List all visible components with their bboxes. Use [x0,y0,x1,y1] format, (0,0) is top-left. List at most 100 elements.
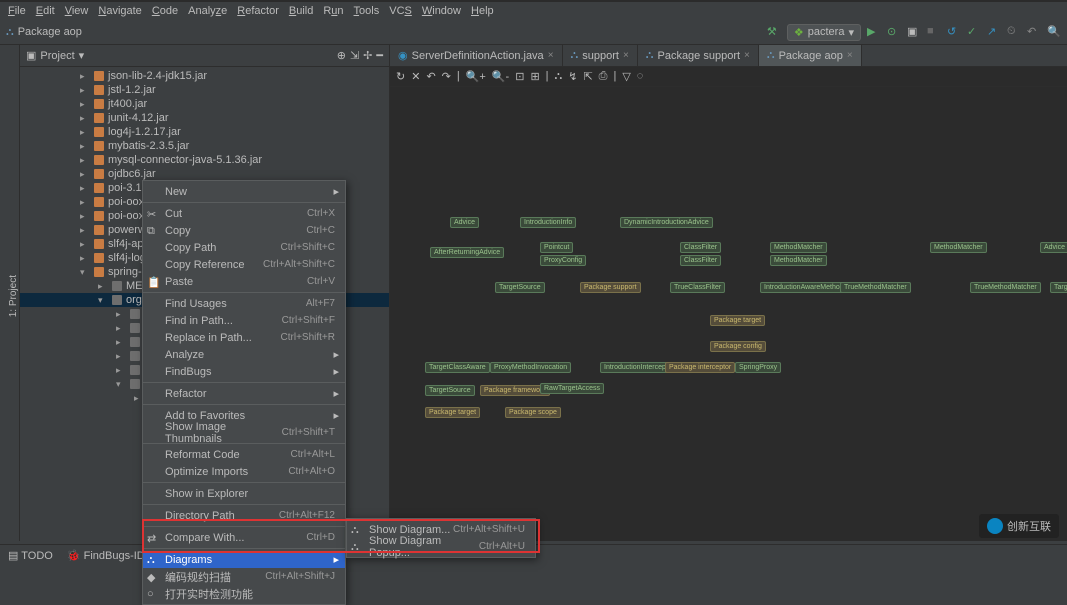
menu-item-find-in-path-[interactable]: Find in Path...Ctrl+Shift+F [143,312,345,329]
debug-icon[interactable]: ⊙ [887,25,901,39]
diagram-node[interactable]: Package target [710,315,765,326]
editor-tab[interactable]: ◉ServerDefinitionAction.java× [390,45,563,66]
editor-tab[interactable]: ⛬Package aop× [759,45,862,66]
print-icon[interactable]: ⎙ [599,70,608,83]
route-icon[interactable]: ↯ [568,70,577,83]
diagram-node[interactable]: Package config [710,341,766,352]
tree-item[interactable]: ▸log4j-1.2.17.jar [20,125,389,139]
menu-vcs[interactable]: VCS [385,4,416,18]
tree-item[interactable]: ▸junit-4.12.jar [20,111,389,125]
menu-code[interactable]: Code [148,4,182,18]
menu-item-show-image-thumbnails[interactable]: Show Image ThumbnailsCtrl+Shift+T [143,424,345,441]
diagram-node[interactable]: TrueMethodMatcher [970,282,1041,293]
editor-tab[interactable]: ⛬Package support× [638,45,759,66]
menu-tools[interactable]: Tools [350,4,384,18]
zoom-in-icon[interactable]: 🔍+ [466,70,486,83]
menu-item-compare-with-[interactable]: ⇄Compare With...Ctrl+D [143,529,345,546]
diagram-node[interactable]: DynamicIntroductionAdvice [620,217,713,228]
menu-window[interactable]: Window [418,4,465,18]
zoom-actual-icon[interactable]: ⊡ [515,70,524,83]
run-config-selector[interactable]: ❖ pactera ▾ [787,24,861,41]
menu-run[interactable]: Run [319,4,347,18]
diagram-node[interactable]: TrueClassFilter [670,282,725,293]
chevron-down-icon[interactable]: ▾ [79,49,85,62]
close-icon[interactable]: × [623,50,629,61]
fit-icon[interactable]: ⊞ [530,70,539,83]
editor-tab[interactable]: ⛬support× [563,45,638,66]
diagram-node[interactable]: TargetSource [1050,282,1067,293]
tree-item[interactable]: ▸mybatis-2.3.5.jar [20,139,389,153]
menu-build[interactable]: Build [285,4,317,18]
build-icon[interactable]: ⚒ [767,25,781,39]
menu-item-cut[interactable]: ✂CutCtrl+X [143,205,345,222]
diagram-canvas[interactable]: Advice IntroductionInfo DynamicIntroduct… [390,87,1067,541]
diagram-node[interactable]: SpringProxy [735,362,781,373]
update-icon[interactable]: ↺ [947,25,961,39]
diagram-node[interactable]: ProxyMethodInvocation [490,362,571,373]
menu-view[interactable]: View [61,4,93,18]
menu-item-optimize-imports[interactable]: Optimize ImportsCtrl+Alt+O [143,463,345,480]
diagram-node[interactable]: TrueMethodMatcher [840,282,911,293]
layout-icon[interactable]: ⛬ [555,70,563,83]
menu-item--[interactable]: ◆编码规约扫描Ctrl+Alt+Shift+J [143,568,345,585]
export-icon[interactable]: ⇱ [583,70,592,83]
menu-help[interactable]: Help [467,4,498,18]
breadcrumb[interactable]: ⛬ Package aop [6,26,82,39]
diagram-node[interactable]: Package interceptor [665,362,735,373]
delete-icon[interactable]: ✕ [411,70,420,83]
menu-item-new[interactable]: New▸ [143,183,345,200]
menu-item-replace-in-path-[interactable]: Replace in Path...Ctrl+Shift+R [143,329,345,346]
menu-item-directory-path[interactable]: Directory PathCtrl+Alt+F12 [143,507,345,524]
menu-navigate[interactable]: Navigate [94,4,145,18]
diagram-node[interactable]: ClassFilter [680,255,721,266]
redo-icon[interactable]: ↷ [442,70,451,83]
scope-icon[interactable]: ◌ [637,70,644,83]
diagram-node[interactable]: RawTargetAccess [540,383,604,394]
commit-icon[interactable]: ✓ [967,25,981,39]
diagram-node[interactable]: TargetClassAware [425,362,490,373]
tree-item[interactable]: ▸ojdbc6.jar [20,167,389,181]
menu-item-copy[interactable]: ⧉CopyCtrl+C [143,222,345,239]
diagram-node[interactable]: Package target [425,407,480,418]
locate-icon[interactable]: ⊕ [337,49,346,62]
menu-item-analyze[interactable]: Analyze▸ [143,346,345,363]
diagram-node[interactable]: ClassFilter [680,242,721,253]
menu-file[interactable]: File [4,4,30,18]
collapse-icon[interactable]: ⇲ [350,49,359,62]
push-icon[interactable]: ↗ [987,25,1001,39]
diagram-node[interactable]: TargetSource [425,385,475,396]
refresh-icon[interactable]: ↻ [396,70,405,83]
close-icon[interactable]: × [548,50,554,61]
zoom-out-icon[interactable]: 🔍- [492,70,509,83]
diagram-node[interactable]: MethodMatcher [770,255,827,266]
settings-icon[interactable]: ✢ [363,49,372,62]
tree-item[interactable]: ▸jstl-1.2.jar [20,83,389,97]
rail-project[interactable]: 1: Project [8,275,19,317]
diagram-node[interactable]: ProxyConfig [540,255,586,266]
diagram-node[interactable]: IntroductionInfo [520,217,576,228]
diagram-node[interactable]: Advice [1040,242,1067,253]
tree-item[interactable]: ▸mysql-connector-java-5.1.36.jar [20,153,389,167]
diagram-node[interactable]: Advice [450,217,479,228]
hide-icon[interactable]: ━ [376,49,383,62]
filter-icon[interactable]: ▽ [622,70,630,83]
menu-refactor[interactable]: Refactor [233,4,283,18]
menu-item-refactor[interactable]: Refactor▸ [143,385,345,402]
run-icon[interactable]: ▶ [867,25,881,39]
close-icon[interactable]: × [744,50,750,61]
menu-item-diagrams[interactable]: ⛬Diagrams▸ [143,551,345,568]
diagram-node[interactable]: MethodMatcher [770,242,827,253]
menu-item-copy-path[interactable]: Copy PathCtrl+Shift+C [143,239,345,256]
history-icon[interactable]: ⏲ [1007,25,1021,39]
findbugs-tool[interactable]: 🐞 FindBugs-ID [67,549,145,562]
todo-tool[interactable]: ▤ TODO [8,549,53,562]
menu-item--[interactable]: ○打开实时检测功能 [143,585,345,602]
menu-item-findbugs[interactable]: FindBugs▸ [143,363,345,380]
diagram-node[interactable]: AfterReturningAdvice [430,247,504,258]
diagram-node[interactable]: Package support [580,282,641,293]
menu-analyze[interactable]: Analyze [184,4,231,18]
tree-item[interactable]: ▸json-lib-2.4-jdk15.jar [20,69,389,83]
diagram-node[interactable]: MethodMatcher [930,242,987,253]
menu-item-paste[interactable]: 📋PasteCtrl+V [143,273,345,290]
menu-item-copy-reference[interactable]: Copy ReferenceCtrl+Alt+Shift+C [143,256,345,273]
